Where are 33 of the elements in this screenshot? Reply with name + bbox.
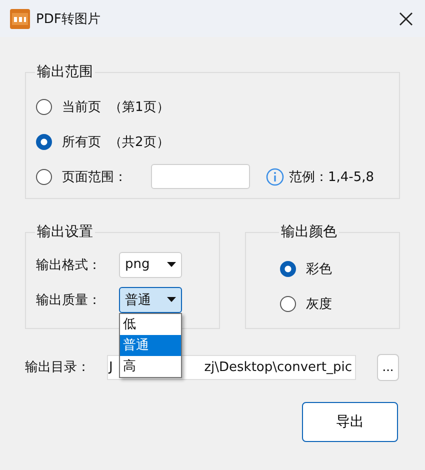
pdf-app-icon	[10, 8, 30, 28]
field-label: 输出格式：	[36, 256, 102, 274]
window-title: PDF转图片	[36, 10, 100, 28]
group-title: 输出颜色	[280, 223, 338, 241]
radio-label: 当前页	[62, 98, 101, 116]
radio-button[interactable]	[280, 296, 296, 312]
close-icon[interactable]	[399, 12, 413, 26]
info-icon	[266, 168, 284, 186]
group-title: 输出设置	[36, 223, 94, 241]
group-title: 输出范围	[36, 63, 94, 81]
radio-button[interactable]	[36, 168, 52, 184]
page-range-field[interactable]	[151, 164, 250, 189]
radio-button[interactable]	[36, 98, 52, 114]
dropdown[interactable]: 普通	[119, 286, 182, 312]
range-example: 范例：1,4-5,8	[289, 168, 374, 186]
export-button[interactable]: 导出	[302, 402, 398, 442]
radio-label: 灰度	[306, 296, 332, 312]
radio-button[interactable]	[36, 134, 52, 150]
dropdown-option[interactable]: 普通	[120, 334, 181, 356]
field-label: 输出目录：	[25, 359, 91, 376]
dropdown[interactable]: png	[119, 252, 182, 278]
page-note: （第1页）	[109, 98, 170, 116]
page-note: （共2页）	[109, 134, 170, 150]
field-label: 输出质量：	[36, 292, 102, 308]
radio-button[interactable]	[280, 260, 296, 276]
radio-label: 所有页	[62, 134, 101, 150]
caret-icon	[167, 296, 176, 302]
radio-label: 页面范围：	[62, 168, 127, 186]
caret-icon	[167, 262, 176, 268]
dropdown-option[interactable]: 低	[120, 314, 181, 334]
radio-label: 彩色	[306, 260, 332, 278]
browse-button[interactable]: ...	[377, 354, 399, 380]
dropdown-option[interactable]: 高	[120, 356, 181, 376]
